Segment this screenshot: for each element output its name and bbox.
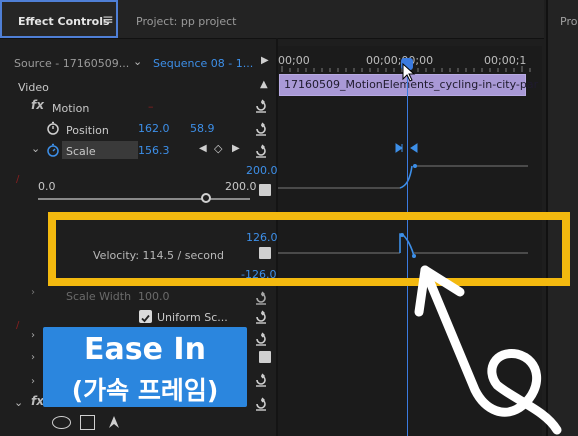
ease-in-badge: Ease In (가속 프레임)	[43, 327, 247, 407]
value-graph-top: 200.0	[246, 164, 278, 177]
annotation-arrow	[414, 265, 562, 435]
collapse-up-icon[interactable]: ▲	[260, 79, 268, 90]
expand-icon[interactable]: ›	[31, 287, 35, 298]
scale-width-value: 100.0	[138, 290, 170, 303]
row-toggle-icon[interactable]	[259, 351, 271, 363]
scale-max: 200.0	[225, 180, 257, 193]
keyframe-diamond-icon[interactable]: ◇	[214, 142, 222, 155]
fx-badge[interactable]: fx	[31, 98, 44, 112]
motion-marker: –	[148, 100, 154, 113]
ellipse-mask-icon[interactable]	[52, 416, 71, 429]
tab-effect-controls-label: Effect Controls	[18, 15, 110, 28]
position-y-value[interactable]: 58.9	[190, 122, 215, 135]
scale-expand-icon[interactable]: ⌄	[31, 142, 40, 155]
play-right-icon[interactable]: ▶	[261, 55, 269, 66]
scale-slider-track[interactable]	[38, 198, 250, 200]
row-expand-icon-3[interactable]: ›	[31, 376, 35, 387]
chevron-down-icon[interactable]: ⌄	[133, 55, 142, 68]
row-reset-icon-1[interactable]	[254, 331, 268, 346]
uniform-scale-label: Uniform Sc...	[157, 311, 228, 324]
uniform-scale-checkbox[interactable]	[139, 310, 152, 323]
panel-tab-bar: Effect Controls ≡ Project: pp project	[0, 0, 544, 39]
scale-slider-handle[interactable]	[201, 193, 211, 203]
scale-min: 0.0	[38, 180, 56, 193]
next-keyframe-icon[interactable]: ▶	[232, 143, 240, 154]
reset-icon[interactable]	[254, 98, 268, 113]
scale-value[interactable]: 156.3	[138, 144, 170, 157]
opacity-expand-icon[interactable]: ⌄	[14, 396, 23, 409]
timecode-start: 00;00	[278, 54, 310, 67]
video-section-label: Video	[18, 81, 49, 94]
position-label: Position	[66, 124, 109, 137]
scale-width-reset-icon[interactable]	[254, 290, 268, 305]
stopwatch-icon[interactable]	[46, 120, 60, 139]
curve-marker: /	[16, 174, 20, 185]
scale-stopwatch-icon[interactable]	[46, 142, 60, 161]
scale-label: Scale	[66, 145, 96, 158]
row-expand-icon-2[interactable]: ›	[31, 352, 35, 363]
sequence-label[interactable]: Sequence 08 - 1...	[153, 57, 253, 70]
source-label[interactable]: Source - 17160509...	[14, 57, 129, 70]
position-x-value[interactable]: 162.0	[138, 122, 170, 135]
row-reset-icon-2[interactable]	[254, 372, 268, 387]
prev-keyframe-icon[interactable]: ◀	[199, 143, 207, 154]
scale-reset-icon[interactable]	[254, 143, 268, 158]
position-reset-icon[interactable]	[254, 121, 268, 136]
rectangle-mask-icon[interactable]	[80, 415, 95, 430]
row-reset-icon-3[interactable]	[254, 396, 268, 411]
pen-mask-icon[interactable]	[106, 412, 122, 434]
row-marker: /	[16, 320, 20, 331]
tab-project[interactable]: Project: pp project	[136, 15, 236, 28]
mouse-cursor-icon	[402, 63, 416, 82]
graph-scale-toggle-icon[interactable]	[259, 184, 271, 196]
badge-title: Ease In	[84, 332, 206, 367]
timecode-mid: 00;00;00;00	[366, 54, 434, 67]
row-expand-icon[interactable]: ›	[31, 330, 35, 341]
tab-program[interactable]: Pro	[560, 15, 577, 28]
hamburger-menu-icon[interactable]: ≡	[102, 12, 114, 28]
motion-label: Motion	[52, 102, 90, 115]
badge-subtitle: (가속 프레임)	[71, 376, 219, 405]
uniform-reset-icon[interactable]	[254, 309, 268, 324]
timecode-end: 00;00;1	[484, 54, 527, 67]
scale-width-label: Scale Width	[66, 290, 132, 303]
